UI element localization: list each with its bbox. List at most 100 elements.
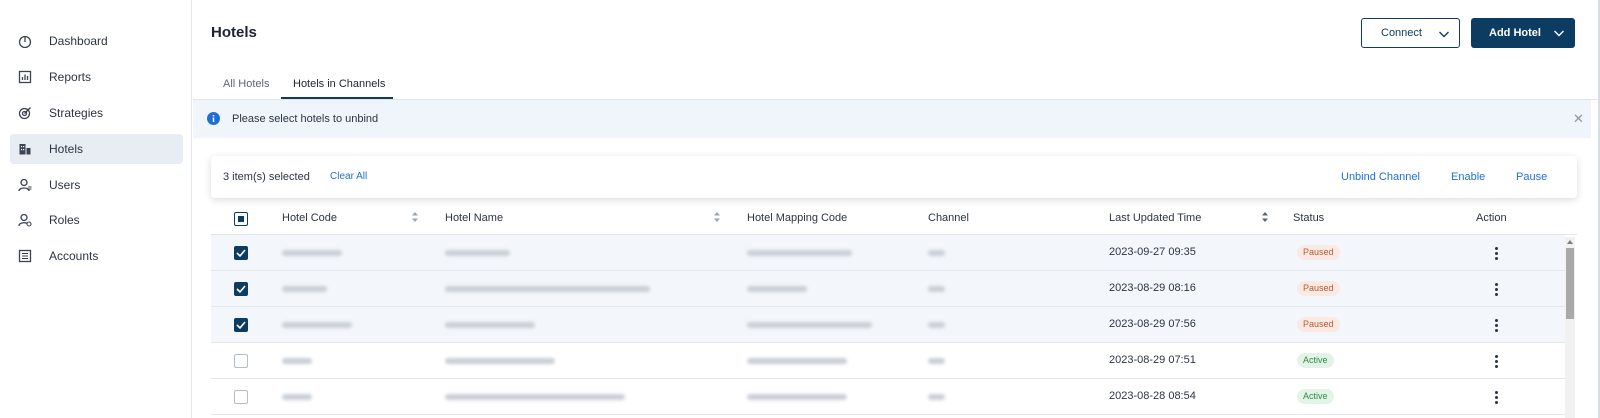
table-row[interactable]: 2023-09-27 09:35 Paused — [211, 235, 1565, 271]
channel-cell — [928, 394, 945, 400]
tab-hotels-in-channels[interactable]: Hotels in Channels — [293, 78, 385, 90]
hotel-code-cell — [282, 322, 352, 328]
column-header-channel: Channel — [928, 212, 969, 224]
sidebar-item-hotels[interactable]: Hotels — [10, 134, 183, 164]
row-checkbox[interactable] — [234, 282, 248, 296]
add-hotel-button-label: Add Hotel — [1489, 27, 1541, 39]
connect-button[interactable]: Connect — [1361, 18, 1460, 48]
sidebar-item-label: Accounts — [49, 249, 99, 263]
sidebar-item-label: Users — [49, 178, 81, 192]
users-icon — [18, 178, 32, 192]
selection-bar: 3 item(s) selected Clear All Unbind Chan… — [211, 156, 1577, 198]
column-header-status: Status — [1293, 212, 1325, 224]
sidebar-item-label: Reports — [49, 70, 92, 84]
sidebar-item-label: Roles — [49, 213, 80, 227]
status-badge: Active — [1297, 353, 1334, 368]
column-header-hotel-name[interactable]: Hotel Name — [445, 212, 503, 224]
sort-icon[interactable] — [1261, 210, 1269, 224]
hotel-mapping-code-cell — [747, 394, 847, 400]
hotel-code-cell — [282, 250, 342, 256]
column-header-hotel-code[interactable]: Hotel Code — [282, 212, 337, 224]
sidebar-item-accounts[interactable]: Accounts — [10, 241, 183, 271]
table-row[interactable]: 2023-08-28 08:54 Active — [211, 379, 1565, 415]
row-checkbox[interactable] — [234, 354, 248, 368]
connect-button-label: Connect — [1381, 27, 1422, 39]
scrollbar-thumb[interactable] — [1566, 248, 1574, 319]
last-updated-time: 2023-08-29 07:51 — [1109, 354, 1196, 366]
table-row[interactable]: 2023-08-29 07:51 Active — [211, 343, 1565, 379]
dashboard-icon — [18, 35, 32, 48]
column-header-action: Action — [1476, 212, 1507, 224]
selected-count: 3 item(s) selected — [223, 171, 310, 183]
app-root: Dashboard Reports Strategies Hotels User… — [0, 0, 1600, 418]
strategies-icon — [18, 107, 31, 120]
accounts-icon — [18, 249, 32, 263]
enable-button[interactable]: Enable — [1451, 171, 1485, 183]
table-row[interactable]: 2023-08-29 08:16 Paused — [211, 271, 1565, 307]
sidebar-item-strategies[interactable]: Strategies — [10, 98, 183, 128]
more-actions-icon[interactable] — [1489, 353, 1503, 369]
close-icon[interactable]: ✕ — [1573, 111, 1584, 127]
hotel-name-cell — [445, 322, 535, 328]
status-badge: Active — [1297, 389, 1334, 404]
select-all-checkbox[interactable] — [234, 212, 248, 226]
row-checkbox[interactable] — [234, 318, 248, 332]
channel-cell — [928, 358, 945, 364]
hotel-name-cell — [445, 358, 555, 364]
channel-cell — [928, 250, 945, 256]
info-icon — [207, 112, 220, 125]
sidebar-item-label: Hotels — [49, 142, 84, 156]
hotels-icon — [19, 144, 31, 155]
sidebar-item-label: Strategies — [49, 106, 104, 120]
sidebar-item-reports[interactable]: Reports — [10, 62, 183, 92]
table-row[interactable]: 2023-08-29 07:56 Paused — [211, 307, 1565, 343]
more-actions-icon[interactable] — [1489, 389, 1503, 405]
last-updated-time: 2023-08-28 08:54 — [1109, 390, 1196, 402]
sidebar-item-dashboard[interactable]: Dashboard — [10, 26, 183, 56]
hotel-name-cell — [445, 394, 625, 400]
sort-icon[interactable] — [411, 210, 419, 224]
hotel-name-cell — [445, 286, 650, 292]
row-checkbox[interactable] — [234, 246, 248, 260]
sidebar-item-users[interactable]: Users — [10, 170, 183, 200]
hotel-code-cell — [282, 286, 327, 292]
sort-icon[interactable] — [713, 210, 721, 224]
pause-button[interactable]: Pause — [1516, 171, 1547, 183]
tab-bar: All Hotels Hotels in Channels — [193, 72, 1600, 100]
hotel-name-cell — [445, 250, 510, 256]
unbind-channel-button[interactable]: Unbind Channel — [1341, 171, 1420, 183]
row-checkbox[interactable] — [234, 390, 248, 404]
channel-cell — [928, 322, 945, 328]
last-updated-time: 2023-08-29 08:16 — [1109, 282, 1196, 294]
tab-all-hotels[interactable]: All Hotels — [223, 78, 269, 90]
chevron-down-icon — [1439, 31, 1449, 38]
scroll-up-icon[interactable] — [1566, 238, 1574, 246]
last-updated-time: 2023-08-29 07:56 — [1109, 318, 1196, 330]
column-header-last-updated-time[interactable]: Last Updated Time — [1109, 212, 1201, 224]
hotel-code-cell — [282, 394, 312, 400]
hotel-code-cell — [282, 358, 312, 364]
more-actions-icon[interactable] — [1489, 281, 1503, 297]
table-header: Hotel Code Hotel Name Hotel Mapping Code… — [211, 203, 1577, 235]
more-actions-icon[interactable] — [1489, 317, 1503, 333]
banner-message: Please select hotels to unbind — [232, 113, 379, 125]
status-badge: Paused — [1297, 245, 1340, 260]
page-title: Hotels — [211, 24, 257, 41]
hotel-mapping-code-cell — [747, 286, 807, 292]
info-banner: Please select hotels to unbind ✕ — [193, 100, 1591, 138]
sidebar: Dashboard Reports Strategies Hotels User… — [0, 0, 192, 418]
hotel-mapping-code-cell — [747, 322, 872, 328]
channel-cell — [928, 286, 945, 292]
sidebar-item-roles[interactable]: Roles — [10, 205, 183, 235]
active-tab-indicator — [281, 97, 393, 99]
reports-icon — [18, 70, 32, 84]
add-hotel-button[interactable]: Add Hotel — [1471, 18, 1575, 48]
sidebar-item-label: Dashboard — [49, 34, 108, 48]
status-badge: Paused — [1297, 281, 1340, 296]
clear-all-link[interactable]: Clear All — [330, 171, 367, 182]
hotel-mapping-code-cell — [747, 250, 852, 256]
status-badge: Paused — [1297, 317, 1340, 332]
chevron-down-icon[interactable] — [1553, 27, 1565, 39]
last-updated-time: 2023-09-27 09:35 — [1109, 246, 1196, 258]
more-actions-icon[interactable] — [1489, 245, 1503, 261]
